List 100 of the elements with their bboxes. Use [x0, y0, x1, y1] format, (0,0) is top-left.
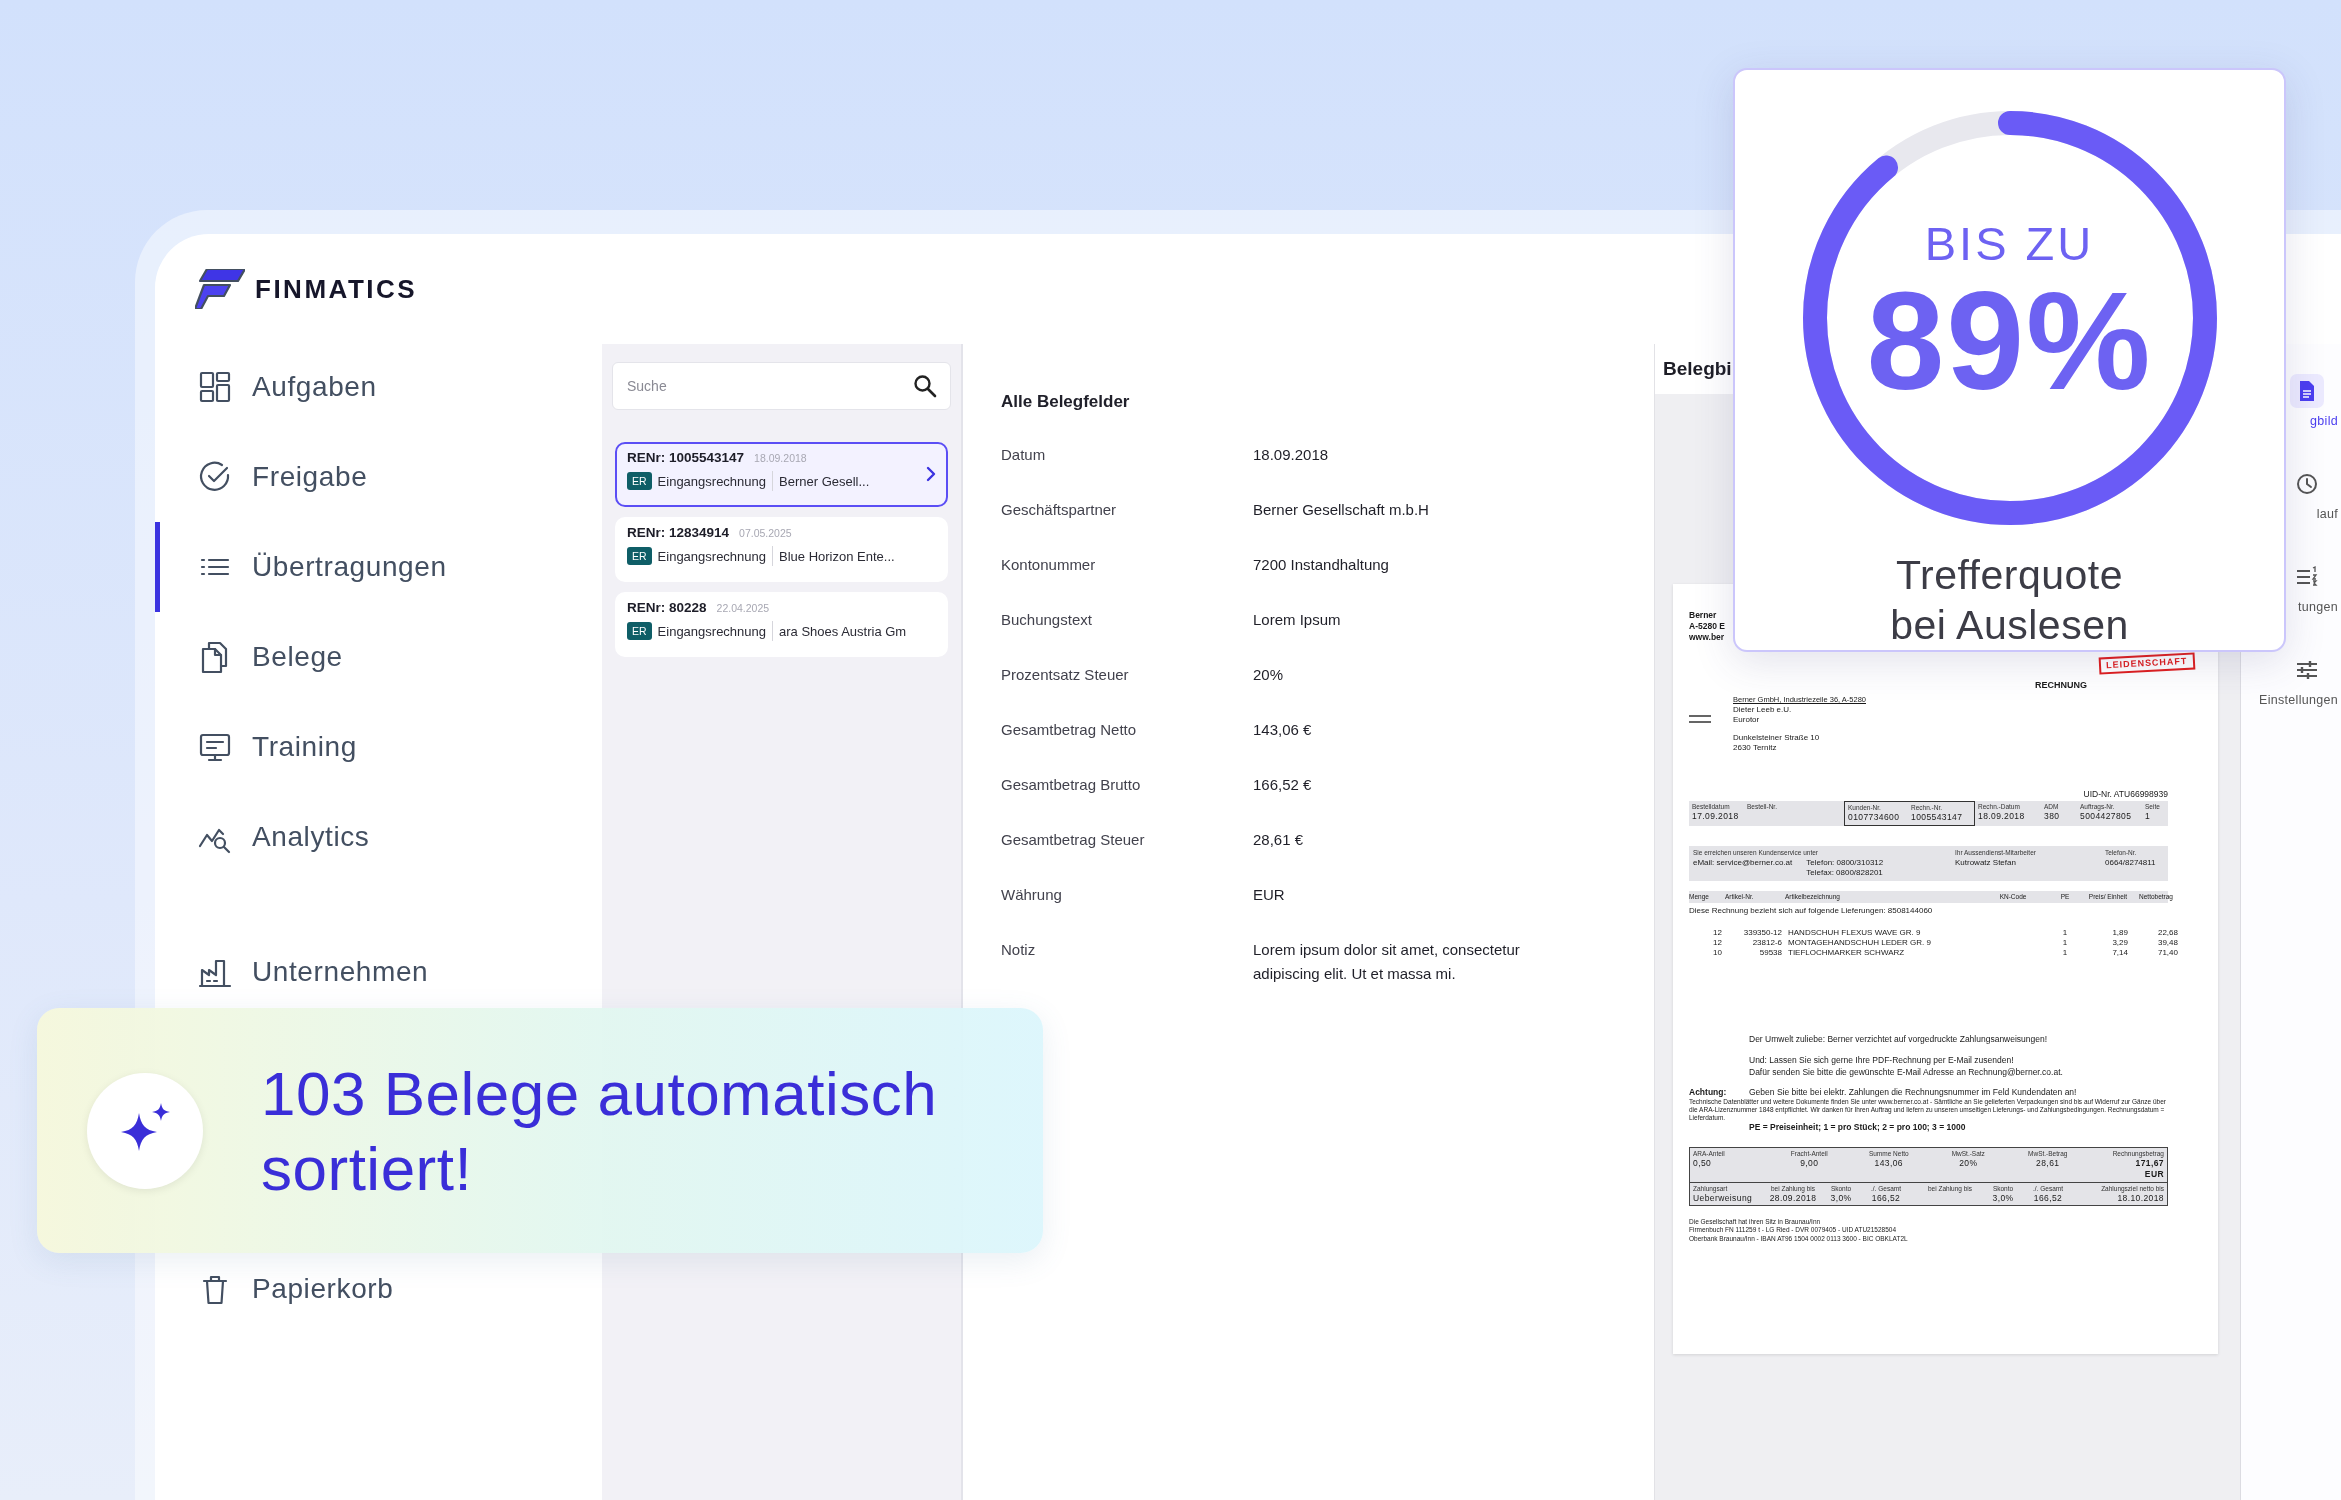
contact-text: 0664/8274811	[2105, 858, 2157, 870]
table-cell: 166,52	[1871, 1192, 1901, 1204]
panel-title: Belegbi	[1663, 358, 1732, 380]
address-line: Dunkelsteiner Straße 10	[1733, 732, 1820, 743]
invoice-number: RENr: 80228	[627, 600, 707, 615]
field-value: 7200 Instandhaltung	[1253, 555, 1390, 575]
partner-name: Berner Gesell...	[779, 473, 870, 489]
unit-legend: PE = Preiseinheit; 1 = pro Stück; 2 = pro 100; 3 = 1000	[1749, 1122, 1966, 1133]
table-cell-text: 1	[2061, 938, 2069, 949]
invoice-number: RENr: 1005543147	[627, 450, 745, 465]
table-cell-text: 23812-6	[1751, 938, 1783, 949]
nav-item[interactable]: Unternehmen	[155, 937, 602, 1007]
table-cell: 166,52	[2033, 1192, 2063, 1204]
field-value: 20%	[1253, 665, 1285, 685]
table-cell-text: TIEFLOCHMARKER SCHWARZ	[1787, 948, 1906, 959]
clock-icon	[2294, 471, 2320, 497]
field-label: Buchungstext	[1001, 610, 1093, 630]
nav-item[interactable]: Papierkorb	[155, 1254, 602, 1324]
note-text: Dafür senden Sie bitte die gewünschte E-Mail Adresse an Rechnung@berner.co.at.	[1749, 1066, 2063, 1078]
search-field[interactable]: Suche	[612, 362, 951, 410]
nav-item[interactable]: Training	[155, 702, 602, 792]
invoice-date: 07.05.2025	[739, 527, 792, 539]
nav-item[interactable]: Belege	[155, 612, 602, 702]
table-cell: 17.09.2018	[1692, 811, 1739, 822]
field-label: Prozentsatz Steuer	[1001, 665, 1130, 685]
table-cell-text: 1	[2061, 948, 2069, 959]
table-cell-text: 339350-12	[1742, 928, 1783, 939]
side-tab[interactable]: gbild	[2290, 374, 2341, 467]
document-card[interactable]: RENr: 1005543147 18.09.2018 ER Eingangsrechnung Berner Gesell...	[615, 442, 948, 507]
table-cell: Ueberweisung	[1693, 1192, 1753, 1204]
field-value: 18.09.2018	[1253, 445, 1330, 465]
attention-label: Achtung:	[1689, 1087, 1728, 1098]
invoice-title: RECHNUNG	[2035, 680, 2087, 692]
field-label: Gesamtbetrag Steuer	[1001, 830, 1146, 850]
table-cell-text: MONTAGEHANDSCHUH LEDER GR. 9	[1787, 938, 1932, 949]
contact-text: eMail: service@berner.co.at	[1693, 858, 1793, 870]
invoice-number: RENr: 12834914	[627, 525, 730, 540]
field-value: Berner Gesellschaft m.b.H	[1253, 500, 1430, 520]
field-value: 166,52 €	[1253, 775, 1313, 795]
table-cell-text: 1	[2061, 928, 2069, 939]
delivery-note: Diese Rechnung bezieht sich auf folgende Lieferungen: 8508144060	[1689, 906, 1933, 916]
stat-label: BIS ZU	[1924, 216, 2095, 272]
field-label: Währung	[1001, 885, 1063, 905]
table-cell: 20%	[1959, 1158, 1978, 1169]
field-label: Gesamtbetrag Brutto	[1001, 775, 1142, 795]
table-cell: 3,0%	[1830, 1192, 1852, 1204]
table-cell: 143,06	[1874, 1158, 1903, 1169]
table-cell: 380	[2044, 811, 2060, 822]
search-icon	[913, 374, 937, 398]
table-cell: 18.09.2018	[1978, 811, 2025, 822]
document-type: Eingangsrechnung	[657, 548, 766, 564]
table-cell: 18.10.2018	[2117, 1192, 2164, 1204]
stat-caption: Trefferquote bei Auslesen	[1889, 551, 2130, 650]
field-label: Gesamtbetrag Netto	[1001, 720, 1138, 740]
table-cell: 1	[2145, 811, 2151, 822]
table-cell: 171,67 EUR	[2135, 1158, 2164, 1180]
table-cell-text: 59538	[1758, 948, 1783, 959]
field-value: 143,06 €	[1253, 720, 1313, 740]
side-tab[interactable]: lauf	[2290, 467, 2341, 560]
nav-item[interactable]: Analytics	[155, 792, 602, 882]
table-cell-text: 39,48	[2156, 938, 2179, 949]
logo-icon	[195, 269, 245, 309]
table-cell: 28.09.2018	[1769, 1192, 1817, 1204]
toast-message: 103 Belege automatisch sortiert!	[261, 1057, 939, 1205]
side-tab[interactable]: tungen	[2290, 560, 2341, 653]
table-cell: 28,61	[2036, 1158, 2060, 1169]
attention-text: Geben Sie bitte bei elektr. Zahlungen die Rechnungsnummer im Feld Kundendaten an!	[1749, 1087, 2077, 1098]
field-label: Notiz	[1001, 940, 1037, 960]
table-cell: 0107734600	[1848, 812, 1900, 823]
type-badge: ER	[627, 622, 652, 640]
contact-text: Kutrowatz Stefan	[1955, 858, 2017, 870]
brand-name: FINMATICS	[255, 273, 418, 305]
document-card[interactable]: RENr: 80228 22.04.2025 ER Eingangsrechnung ara Shoes Austria Gm	[615, 592, 948, 657]
chevron-right-icon	[926, 466, 936, 482]
table-cell: 9,00	[1800, 1158, 1819, 1169]
document-type: Eingangsrechnung	[657, 623, 766, 639]
contact-text: Telefon: 0800/310312	[1806, 858, 1884, 869]
table-cell-text: HANDSCHUH FLEXUS WAVE GR. 9	[1787, 928, 1922, 939]
type-badge: ER	[627, 547, 652, 565]
address-line: Eurotor	[1733, 714, 1760, 725]
table-cell: 1005543147	[1911, 812, 1963, 823]
letterhead-line: www.ber	[1689, 632, 1725, 644]
side-tab[interactable]: Einstellungen	[2259, 653, 2341, 746]
table-cell-text: 22,68	[2156, 928, 2179, 939]
address-line: 2630 Ternitz	[1733, 742, 1777, 753]
table-cell-text: 12	[1712, 928, 1723, 939]
vat-id: UID-Nr. ATU66998939	[2083, 788, 2168, 800]
field-label: Kontonummer	[1001, 555, 1097, 575]
table-cell: 3,0%	[1992, 1192, 2014, 1204]
grid-icon	[198, 370, 232, 404]
address-line: Dieter Leeb e.U.	[1733, 704, 1792, 715]
document-card[interactable]: RENr: 12834914 07.05.2025 ER Eingangsrechnung Blue Horizon Ente...	[615, 517, 948, 582]
nav-item[interactable]: Aufgaben	[155, 342, 602, 432]
table-cell-text: 71,40	[2156, 948, 2179, 959]
invoice-date: 18.09.2018	[754, 452, 807, 464]
table-cell-text: 1,89	[2111, 928, 2129, 939]
double-line-icon	[1689, 715, 1711, 724]
field-value: 28,61 €	[1253, 830, 1305, 850]
nav-item[interactable]: Freigabe	[155, 432, 602, 522]
field-value: Lorem ipsum dolor sit amet, consectetur adipiscing elit. Ut et massa mi.	[1253, 940, 1521, 984]
